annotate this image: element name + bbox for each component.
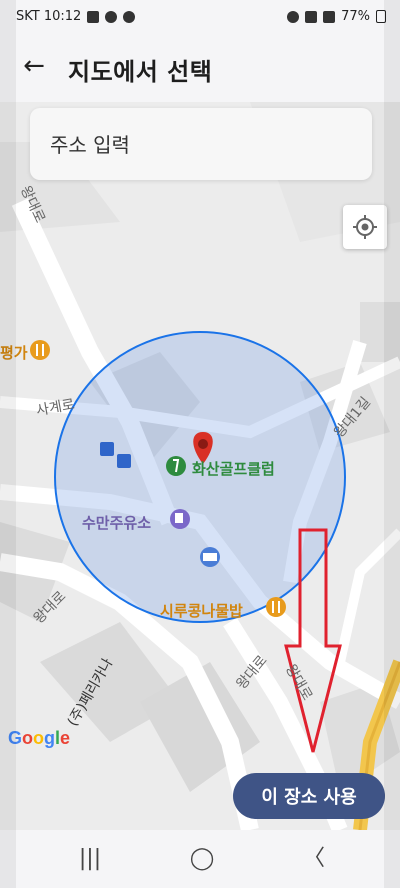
gallery-icon bbox=[87, 10, 100, 23]
page-title: 지도에서 선택 bbox=[68, 58, 213, 86]
app-bar: ← 지도에서 선택 bbox=[0, 36, 400, 102]
carrier-time: SKT 10:12 bbox=[16, 9, 82, 24]
google-letter: g bbox=[44, 728, 56, 748]
alarm-icon bbox=[287, 10, 300, 23]
place-label-gas-station: 수만주유소 bbox=[82, 514, 152, 532]
battery-percent: 77% bbox=[341, 9, 370, 24]
address-search-box bbox=[30, 108, 372, 180]
address-input[interactable] bbox=[48, 120, 352, 170]
signal-icon bbox=[323, 10, 336, 23]
status-bar: SKT 10:12 77% bbox=[0, 0, 400, 36]
place-label-restaurant: 시루콩나물밥 bbox=[160, 602, 243, 620]
5g-icon bbox=[305, 10, 318, 23]
back-button[interactable]: ← bbox=[18, 50, 50, 82]
place-label-golf: 화산골프클럽 bbox=[192, 460, 275, 478]
my-location-button[interactable] bbox=[343, 205, 387, 249]
google-letter: e bbox=[60, 728, 71, 748]
use-this-place-button[interactable]: 이 장소 사용 bbox=[233, 773, 385, 819]
screen: 왕대로 평가 사계로 왕대1길 화산골프클럽 수만주유소 시루콩나물밥 왕대로 … bbox=[0, 0, 400, 888]
home-button[interactable]: ◯ bbox=[182, 844, 222, 874]
edge-shade-right bbox=[384, 0, 400, 888]
google-letter: o bbox=[22, 728, 34, 748]
system-nav-bar: ||| ◯ 〈 bbox=[0, 830, 400, 888]
notification-icon bbox=[123, 10, 136, 23]
my-location-icon bbox=[353, 215, 377, 239]
chat-icon bbox=[105, 10, 118, 23]
arrow-left-icon: ← bbox=[23, 51, 45, 81]
recent-apps-button[interactable]: ||| bbox=[70, 844, 110, 874]
system-back-button[interactable]: 〈 bbox=[294, 844, 334, 874]
google-logo: Google bbox=[8, 728, 70, 749]
edge-shade-left bbox=[0, 0, 16, 888]
google-letter: o bbox=[33, 728, 45, 748]
map-view[interactable]: 왕대로 평가 사계로 왕대1길 화산골프클럽 수만주유소 시루콩나물밥 왕대로 … bbox=[0, 102, 400, 830]
